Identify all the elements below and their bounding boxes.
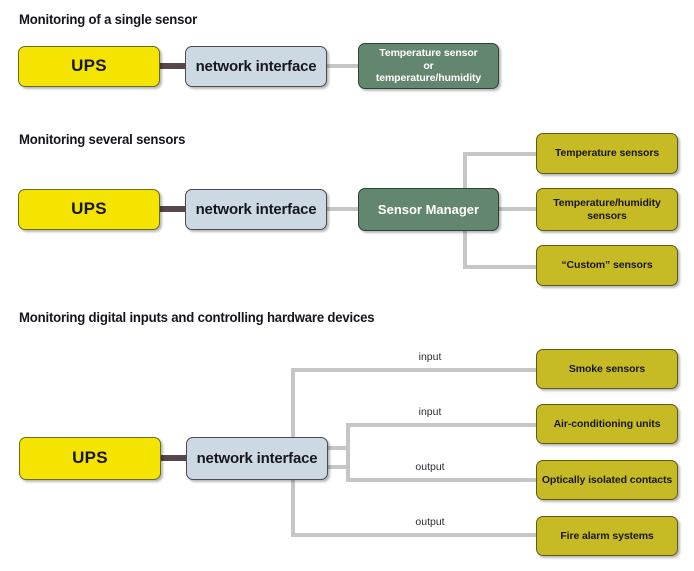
connector-inner-bus-vertical-3	[346, 423, 350, 482]
connector-ni-to-manager-2	[325, 207, 360, 211]
connector-branch-fire-alarm-3	[291, 533, 538, 537]
connector-ni-to-inner-bus-3	[325, 446, 350, 450]
network-interface-box-1: network interface	[185, 46, 327, 87]
network-interface-box-2: network interface	[185, 189, 327, 230]
temperature-humidity-sensors-box-2: Temperature/humidity sensors	[536, 188, 678, 231]
ups-box-2: UPS	[18, 189, 160, 230]
connector-ups-to-ni-1	[158, 63, 188, 69]
connector-branch-temp-humidity-2	[496, 207, 538, 211]
ups-box-3: UPS	[19, 437, 161, 480]
section-3-heading: Monitoring digital inputs and controllin…	[19, 309, 375, 325]
io-label-smoke-sensors: input	[418, 351, 442, 363]
custom-sensors-box-2: “Custom” sensors	[536, 245, 678, 286]
connector-branch-custom-2	[463, 265, 538, 269]
air-conditioning-units-box-3: Air-conditioning units	[536, 404, 678, 444]
connector-branch-air-conditioning-3	[346, 423, 538, 427]
smoke-sensors-box-3: Smoke sensors	[536, 349, 678, 389]
temperature-sensors-box-2: Temperature sensors	[536, 133, 678, 174]
io-label-fire-alarm-systems: output	[415, 516, 445, 528]
section-2-heading: Monitoring several sensors	[19, 131, 186, 147]
connector-branch-temperature-2	[463, 152, 538, 156]
connector-ni-to-inner-bus-lower-3	[325, 465, 350, 469]
temperature-sensor-box-1: Temperature sensor or temperature/humidi…	[358, 43, 499, 89]
io-label-optically-isolated-contacts: output	[415, 461, 445, 473]
io-label-air-conditioning-units: input	[418, 406, 442, 418]
connector-branch-optically-isolated-3	[346, 478, 538, 482]
connector-ups-to-ni-3	[158, 455, 188, 461]
section-1-heading: Monitoring of a single sensor	[19, 11, 198, 27]
connector-branch-smoke-sensors-3	[291, 368, 538, 372]
ups-box-1: UPS	[18, 46, 160, 87]
connector-ups-to-ni-2	[158, 206, 188, 212]
optically-isolated-contacts-box-3: Optically isolated contacts	[536, 460, 678, 500]
network-interface-box-3: network interface	[186, 437, 328, 480]
sensor-manager-box-2: Sensor Manager	[358, 188, 499, 231]
fire-alarm-systems-box-3: Fire alarm systems	[536, 516, 678, 556]
diagram-canvas: Monitoring of a single sensor UPS networ…	[0, 0, 694, 571]
connector-ni-to-sensor-1	[325, 64, 360, 68]
